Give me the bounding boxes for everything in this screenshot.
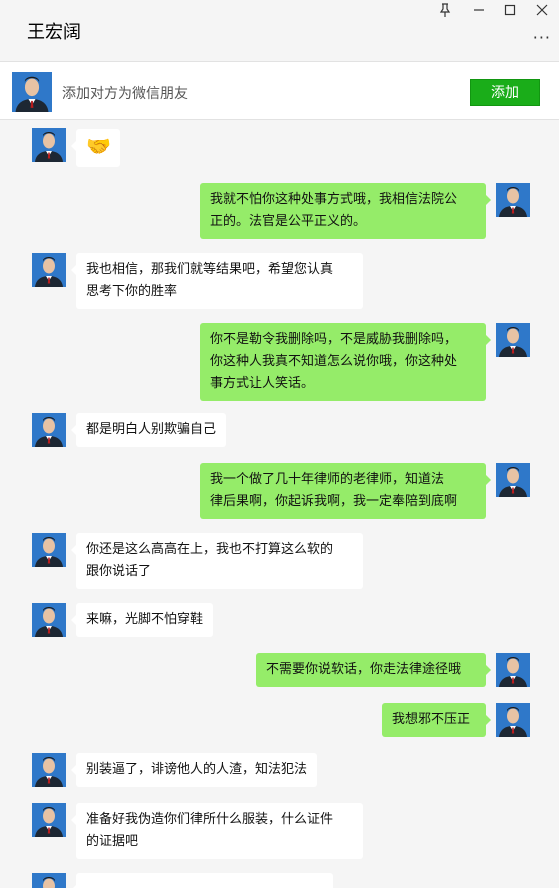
message-bubble-sent: 我就不怕你这种处事方式哦，我相信法院公 正的。法官是公平正义的。 xyxy=(200,183,491,239)
contact-avatar[interactable] xyxy=(32,413,66,447)
title-bar: 王宏阔 ··· xyxy=(0,0,559,62)
chat-title: 王宏阔 xyxy=(27,22,81,43)
pin-icon[interactable] xyxy=(435,3,455,23)
handshake-emoji: 🤝 xyxy=(86,134,111,158)
add-friend-button[interactable]: 添加 xyxy=(470,79,540,106)
close-icon[interactable] xyxy=(532,3,552,23)
contact-avatar[interactable] xyxy=(32,128,66,162)
more-icon[interactable]: ··· xyxy=(533,28,551,47)
maximize-icon[interactable] xyxy=(500,3,520,23)
message-bubble-sent: 你不是勒令我删除吗，不是威胁我删除吗， 你这种人我真不知道怎么说你哦，你这种处 … xyxy=(200,323,491,401)
contact-avatar[interactable] xyxy=(32,533,66,567)
message-bubble-sent: 不需要你说软话，你走法律途径哦 xyxy=(256,653,491,687)
message-bubble-received: 来嘛，光脚不怕穿鞋 xyxy=(70,603,214,637)
message-bubble-received: 我也相信，那我们就等结果吧，希望您认真 思考下你的胜率 xyxy=(71,253,363,309)
chat-area[interactable]: 🤝 我就不怕你这种处事方式哦，我相信法院公 正的。法官是公平正义的。 我也相信，… xyxy=(0,121,559,888)
minimize-icon[interactable] xyxy=(469,3,489,23)
my-avatar[interactable] xyxy=(496,653,530,687)
my-avatar[interactable] xyxy=(496,463,530,497)
message-bubble-received: 都是明白人别欺骗自己 xyxy=(70,413,227,447)
my-avatar[interactable] xyxy=(496,183,530,217)
message-bubble-received: 别装逼了，诽谤他人的人渣，知法犯法 xyxy=(70,753,318,787)
message-bubble-sent: 我想邪不压正 xyxy=(382,703,491,737)
message-bubble-sent: 我一个做了几十年律师的老律师，知道法 律后果啊，你起诉我啊，我一定奉陪到底啊 xyxy=(200,463,491,519)
message-bubble-received: 准备好我伪造你们律所什么服装，什么证件 的证据吧 xyxy=(71,803,363,859)
contact-avatar[interactable] xyxy=(12,72,52,112)
message-bubble-handshake: 🤝 xyxy=(71,129,120,167)
contact-avatar[interactable] xyxy=(32,603,66,637)
contact-avatar[interactable] xyxy=(32,253,66,287)
contact-avatar[interactable] xyxy=(32,753,66,787)
add-friend-bar: 添加对方为微信朋友 添加 xyxy=(0,62,559,120)
message-bubble-received: 你还是这么高高在上，我也不打算这么软的 跟你说话了 xyxy=(71,533,363,589)
contact-avatar[interactable] xyxy=(32,873,66,888)
my-avatar[interactable] xyxy=(496,323,530,357)
contact-avatar[interactable] xyxy=(32,803,66,837)
my-avatar[interactable] xyxy=(496,703,530,737)
message-bubble-received-partial xyxy=(71,873,333,888)
add-friend-prompt: 添加对方为微信朋友 xyxy=(62,86,188,102)
